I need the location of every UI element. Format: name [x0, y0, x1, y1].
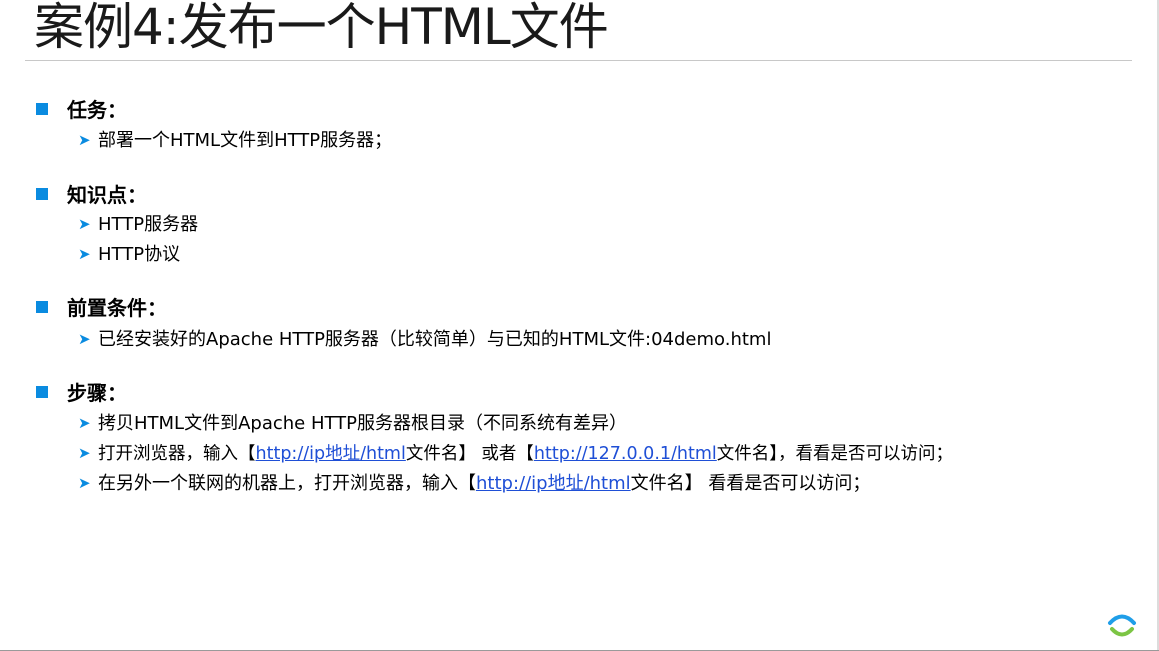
logo-icon	[1108, 614, 1136, 637]
section-heading: 知识点：	[67, 183, 147, 207]
arrow-bullet-icon: ➤	[78, 215, 91, 233]
list-item-text: 部署一个HTML文件到HTTP服务器；	[98, 130, 393, 151]
arrow-bullet-icon: ➤	[78, 330, 91, 348]
arrow-bullet-icon: ➤	[78, 245, 91, 263]
square-bullet-icon	[36, 103, 48, 115]
arrow-bullet-icon: ➤	[78, 131, 91, 149]
section-heading: 任务：	[67, 98, 127, 122]
square-bullet-icon	[36, 188, 48, 200]
square-bullet-icon	[36, 386, 48, 398]
url-link[interactable]: http://127.0.0.1/html	[534, 444, 717, 464]
list-item-text: HTTP服务器	[98, 214, 199, 235]
section-heading: 步骤：	[67, 381, 127, 405]
list-item-text: HTTP协议	[98, 244, 181, 265]
square-bullet-icon	[36, 301, 48, 313]
list-item-text: 文件名】 或者【	[405, 444, 534, 464]
section-heading: 前置条件：	[67, 296, 167, 320]
list-item-text: 文件名】 看看是否可以访问；	[630, 473, 871, 494]
arrow-bullet-icon: ➤	[78, 474, 91, 492]
list-item: ➤ HTTP协议	[78, 242, 180, 267]
list-item-text: 已经安装好的Apache HTTP服务器（比较简单）与已知的HTML文件:04d…	[98, 329, 772, 350]
title-divider	[25, 60, 1132, 61]
url-link[interactable]: http://ip地址/html	[256, 444, 406, 464]
list-item-text: 在另外一个联网的机器上，打开浏览器，输入【	[98, 473, 476, 494]
list-item: ➤ 打开浏览器，输入【http://ip地址/html文件名】 或者【http:/…	[78, 441, 953, 466]
slide-title: 案例4:发布一个HTML文件	[34, 0, 609, 56]
list-item-text: 文件名】，看看是否可以访问；	[716, 444, 954, 464]
list-item: ➤ 部署一个HTML文件到HTTP服务器；	[78, 128, 392, 153]
arrow-bullet-icon: ➤	[78, 414, 91, 432]
list-item-text: 打开浏览器，输入【	[98, 444, 256, 464]
arrow-bullet-icon: ➤	[78, 444, 91, 462]
list-item: ➤ 拷贝HTML文件到Apache HTTP服务器根目录（不同系统有差异）	[78, 411, 627, 436]
list-item: ➤ 已经安装好的Apache HTTP服务器（比较简单）与已知的HTML文件:04…	[78, 327, 771, 352]
list-item-text: 拷贝HTML文件到Apache HTTP服务器根目录（不同系统有差异）	[98, 413, 628, 434]
url-link[interactable]: http://ip地址/html	[476, 473, 631, 494]
list-item: ➤ 在另外一个联网的机器上，打开浏览器，输入【http://ip地址/html文件…	[78, 471, 870, 496]
list-item: ➤ HTTP服务器	[78, 212, 198, 237]
